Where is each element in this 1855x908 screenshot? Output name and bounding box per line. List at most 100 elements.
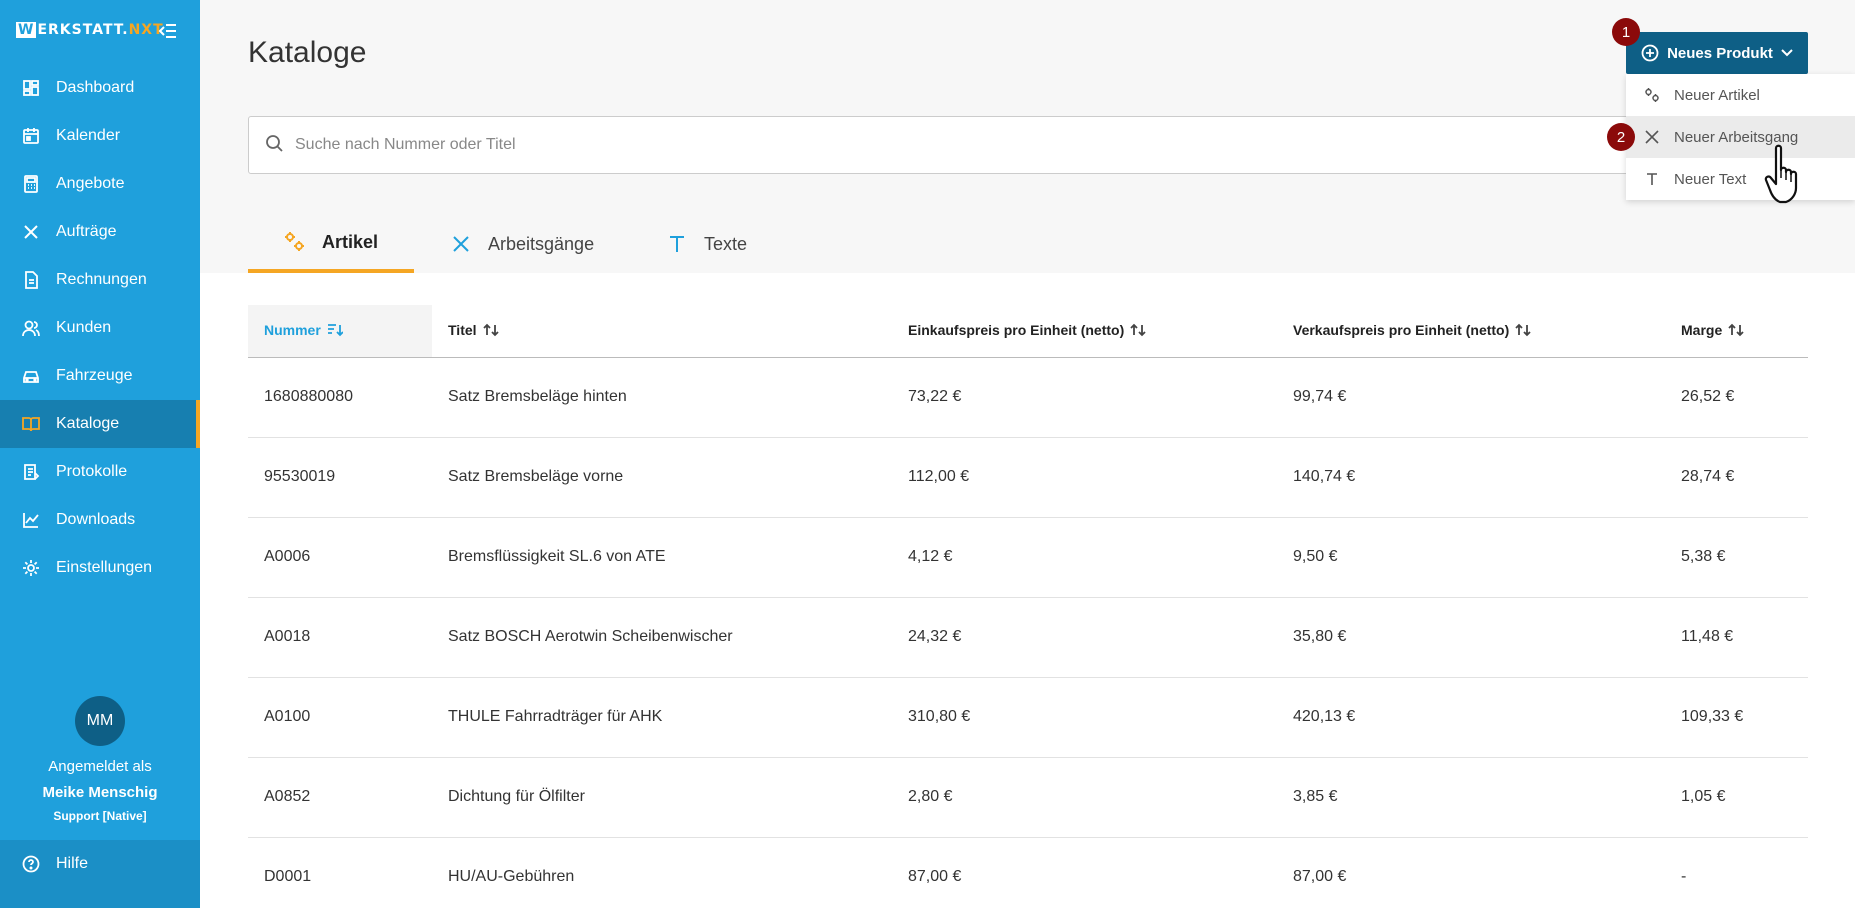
cell-marge: 28,74 €	[1665, 437, 1808, 518]
cell-einkaufspreis: 87,00 €	[892, 837, 1277, 908]
header-label: Titel	[448, 321, 477, 338]
table-row[interactable]: D0001 HU/AU-Gebühren 87,00 € 87,00 € -	[248, 837, 1808, 908]
help-icon	[22, 855, 40, 873]
sidebar-item-angebote[interactable]: Angebote	[0, 160, 200, 208]
sidebar-item-label: Kalender	[56, 127, 121, 144]
sidebar-item-kalender[interactable]: Kalender	[0, 112, 200, 160]
chart-icon	[22, 511, 40, 529]
sidebar-item-einstellungen[interactable]: Einstellungen	[0, 544, 200, 592]
cell-marge: 11,48 €	[1665, 597, 1808, 678]
parts-icon	[1644, 87, 1660, 103]
cell-nummer: 1680880080	[248, 357, 432, 438]
sort-icon	[482, 323, 499, 340]
tools-icon	[1644, 129, 1660, 145]
tab-label: Artikel	[322, 231, 379, 252]
cell-nummer: A0852	[248, 757, 432, 838]
cell-nummer: A0006	[248, 517, 432, 598]
sidebar-item-label: Angebote	[56, 175, 125, 192]
column-header-marge[interactable]: Marge	[1665, 305, 1808, 358]
tools-icon	[22, 223, 40, 241]
tools-icon	[450, 233, 472, 255]
sort-icon	[1130, 323, 1146, 340]
cell-verkaufspreis: 140,74 €	[1277, 437, 1665, 518]
sidebar: W ERKSTATT.NXT Dashboard Kalender Angebot…	[0, 0, 200, 908]
dashboard-icon	[22, 79, 40, 97]
new-product-button[interactable]: Neues Produkt	[1626, 32, 1808, 74]
table-row[interactable]: A0018 Satz BOSCH Aerotwin Scheibenwische…	[248, 597, 1808, 678]
cell-nummer: A0018	[248, 597, 432, 678]
cell-einkaufspreis: 310,80 €	[892, 677, 1277, 758]
step-marker: 1	[1612, 18, 1640, 46]
cell-verkaufspreis: 35,80 €	[1277, 597, 1665, 678]
invoice-icon	[22, 271, 40, 289]
cell-titel: THULE Fahrradträger für AHK	[432, 677, 892, 758]
user-panel: MM Angemeldet als Meike Menschig Support…	[0, 696, 200, 826]
sidebar-footer	[0, 888, 200, 908]
parts-icon	[284, 231, 306, 253]
tab-texte[interactable]: Texte	[666, 215, 747, 273]
menu-item-neuer-arbeitsgang[interactable]: Neuer Arbeitsgang	[1626, 116, 1855, 158]
cell-verkaufspreis: 3,85 €	[1277, 757, 1665, 838]
car-icon	[22, 367, 40, 385]
search-box[interactable]	[248, 116, 1648, 174]
column-header-verkaufspreis[interactable]: Verkaufspreis pro Einheit (netto)	[1277, 305, 1665, 358]
gear-icon	[22, 559, 40, 577]
sidebar-item-auftraege[interactable]: Aufträge	[0, 208, 200, 256]
sidebar-item-hilfe[interactable]: Hilfe	[0, 840, 200, 888]
cell-verkaufspreis: 87,00 €	[1277, 837, 1665, 908]
sidebar-item-label: Protokolle	[56, 463, 128, 480]
catalog-table-panel: Nummer Titel Einkaufspreis pro Einheit (…	[200, 273, 1855, 908]
sort-icon	[1515, 323, 1531, 340]
sidebar-item-downloads[interactable]: Downloads	[0, 496, 200, 544]
sidebar-item-kunden[interactable]: Kunden	[0, 304, 200, 352]
sidebar-item-label: Kunden	[56, 319, 112, 336]
user-name: Meike Menschig	[42, 784, 158, 801]
cell-titel: Satz Bremsbeläge hinten	[432, 357, 892, 438]
cell-einkaufspreis: 73,22 €	[892, 357, 1277, 438]
avatar[interactable]: MM	[75, 696, 125, 746]
cell-verkaufspreis: 420,13 €	[1277, 677, 1665, 758]
cell-nummer: 95530019	[248, 437, 432, 518]
table-row[interactable]: A0852 Dichtung für Ölfilter 2,80 € 3,85 …	[248, 757, 1808, 838]
cell-marge: 26,52 €	[1665, 357, 1808, 438]
user-role: Support [Native]	[53, 809, 147, 823]
menu-item-neuer-text[interactable]: Neuer Text	[1626, 158, 1855, 200]
sidebar-item-kataloge[interactable]: Kataloge	[0, 400, 200, 448]
sidebar-item-rechnungen[interactable]: Rechnungen	[0, 256, 200, 304]
table-row[interactable]: A0006 Bremsflüssigkeit SL.6 von ATE 4,12…	[248, 517, 1808, 598]
table-row[interactable]: 1680880080 Satz Bremsbeläge hinten 73,22…	[248, 357, 1808, 438]
cell-nummer: A0100	[248, 677, 432, 758]
plus-circle-icon	[1641, 44, 1659, 62]
sidebar-item-label: Einstellungen	[56, 559, 153, 576]
tab-artikel[interactable]: Artikel	[248, 215, 414, 273]
cell-verkaufspreis: 9,50 €	[1277, 517, 1665, 598]
collapse-sidebar-icon[interactable]	[158, 22, 178, 40]
sidebar-item-label: Rechnungen	[56, 271, 147, 288]
header-label: Nummer	[264, 321, 321, 338]
column-header-titel[interactable]: Titel	[432, 305, 892, 358]
step-marker: 2	[1607, 123, 1635, 151]
calculator-icon	[22, 175, 40, 193]
search-input[interactable]	[295, 136, 1595, 154]
cell-titel: Satz BOSCH Aerotwin Scheibenwischer	[432, 597, 892, 678]
cell-einkaufspreis: 2,80 €	[892, 757, 1277, 838]
tab-arbeitsgaenge[interactable]: Arbeitsgänge	[450, 215, 594, 273]
table-row[interactable]: A0100 THULE Fahrradträger für AHK 310,80…	[248, 677, 1808, 758]
brand-logo[interactable]: W ERKSTATT.NXT	[16, 22, 164, 38]
tab-label: Arbeitsgänge	[488, 233, 595, 254]
column-header-einkaufspreis[interactable]: Einkaufspreis pro Einheit (netto)	[892, 305, 1277, 358]
header-label: Verkaufspreis pro Einheit (netto)	[1293, 321, 1510, 338]
header-label: Einkaufspreis pro Einheit (netto)	[908, 321, 1125, 338]
new-product-menu: Neuer Artikel Neuer Arbeitsgang Neuer Te…	[1626, 74, 1855, 200]
table-row[interactable]: 95530019 Satz Bremsbeläge vorne 112,00 €…	[248, 437, 1808, 518]
sidebar-item-protokolle[interactable]: Protokolle	[0, 448, 200, 496]
header-label: Marge	[1681, 321, 1723, 338]
sidebar-item-fahrzeuge[interactable]: Fahrzeuge	[0, 352, 200, 400]
menu-item-neuer-artikel[interactable]: Neuer Artikel	[1626, 74, 1855, 116]
cell-titel: Dichtung für Ölfilter	[432, 757, 892, 838]
column-header-nummer[interactable]: Nummer	[248, 305, 432, 358]
sidebar-item-label: Kataloge	[56, 415, 120, 432]
sidebar-item-dashboard[interactable]: Dashboard	[0, 64, 200, 112]
page-title: Kataloge	[248, 36, 367, 69]
sort-desc-icon	[327, 323, 344, 340]
